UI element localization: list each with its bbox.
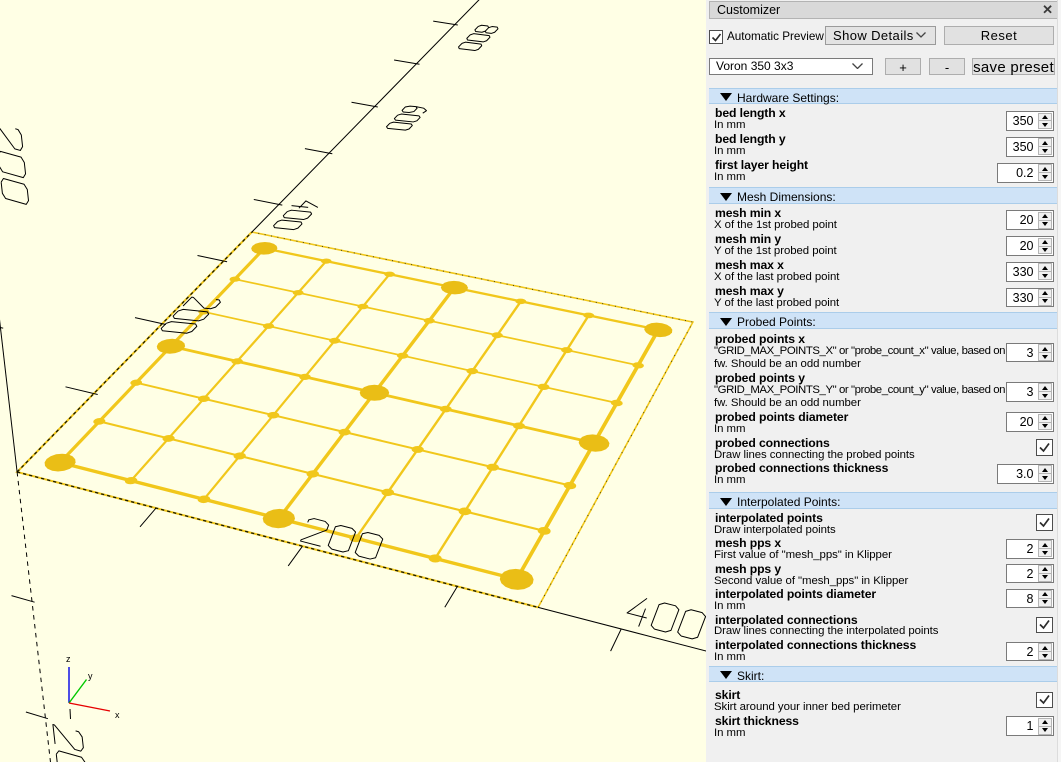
svg-text:x: x <box>115 710 120 720</box>
svg-text:z: z <box>66 654 71 664</box>
svg-text:y: y <box>88 671 93 681</box>
